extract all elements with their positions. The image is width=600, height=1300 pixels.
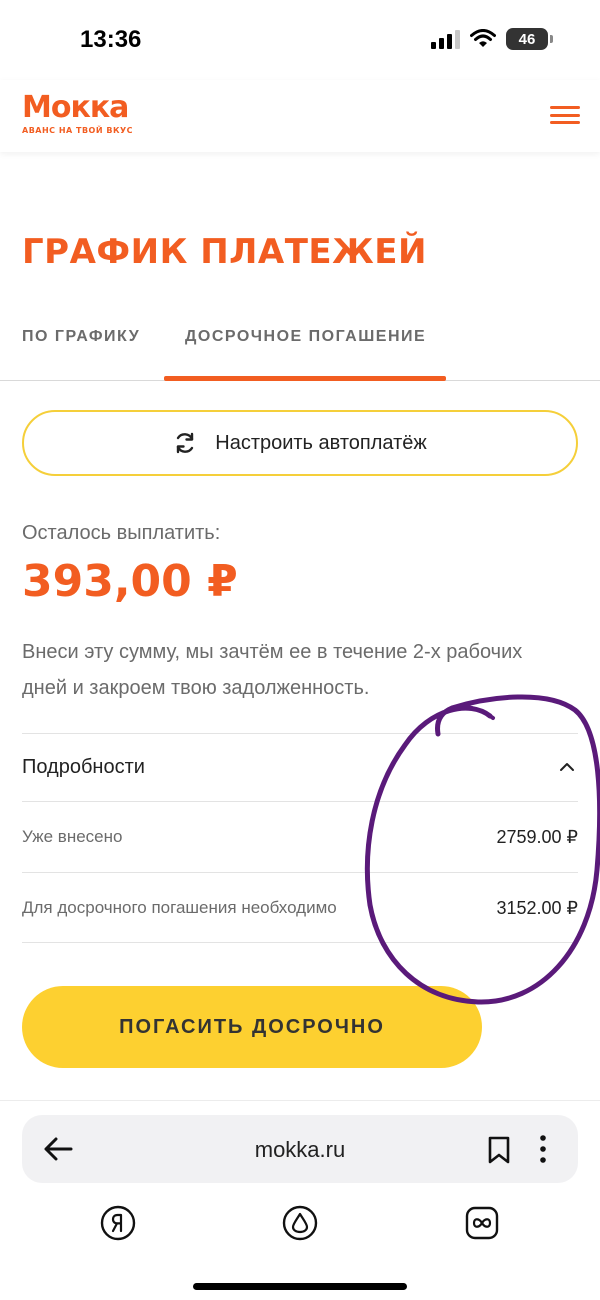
battery-icon: 46 [506,28,553,50]
detail-label: Для досрочного погашения необходимо [22,898,337,917]
detail-row-paid: Уже внесено 2759.00 ₽ [22,802,578,872]
hamburger-menu-icon[interactable] [550,104,580,126]
repayment-info-text: Внеси эту сумму, мы зачтём ее в течение … [22,641,523,699]
tabs: ПО ГРАФИКУ ДОСРОЧНОЕ ПОГАШЕНИЕ [0,322,600,382]
details-accordion-header[interactable]: Подробности [22,734,578,800]
chevron-up-icon [560,763,574,771]
setup-autopay-button[interactable]: Настроить автоплатёж [22,410,578,476]
tab-schedule[interactable]: ПО ГРАФИКУ [22,328,140,346]
status-bar: 13:36 46 [0,0,600,80]
detail-row-required: Для досрочного погашения необходимо 3152… [22,873,578,943]
yandex-icon[interactable] [100,1205,136,1241]
browser-toolbar: mokka.ru [0,1100,600,1300]
status-time: 13:36 [80,26,142,53]
infinity-tabs-icon[interactable] [464,1205,500,1241]
more-vertical-icon[interactable] [536,1133,550,1165]
address-bar[interactable]: mokka.ru [22,1115,578,1183]
cellular-signal-icon [431,29,460,49]
active-tab-indicator [164,376,446,381]
setup-autopay-label: Настроить автоплатёж [215,431,427,454]
logo-tagline: АВАНС НА ТВОЙ ВКУС [22,126,134,135]
tab-early-repayment[interactable]: ДОСРОЧНОЕ ПОГАШЕНИЕ [185,328,426,346]
home-indicator [193,1283,407,1290]
wifi-icon [470,29,496,47]
remaining-amount: 393,00 ₽ [22,556,238,607]
detail-label: Уже внесено [22,827,123,846]
mokka-logo[interactable]: Мокка АВАНС НА ТВОЙ ВКУС [22,90,134,136]
page-title: ГРАФИК ПЛАТЕЖЕЙ [22,232,427,272]
repay-early-button[interactable]: ПОГАСИТЬ ДОСРОЧНО [22,986,482,1068]
detail-value: 3152.00 ₽ [496,897,578,918]
detail-value: 2759.00 ₽ [496,826,578,847]
details-title: Подробности [22,755,145,778]
refresh-icon [177,432,194,454]
bookmark-icon[interactable] [486,1135,512,1165]
remaining-label: Осталось выплатить: [22,522,221,544]
status-icons: 46 [431,28,553,50]
logo-name: Мокка [22,90,129,125]
alice-assistant-icon[interactable] [282,1205,318,1241]
details-divider-bottom [22,942,578,943]
battery-level: 46 [518,30,536,48]
site-header: Мокка АВАНС НА ТВОЙ ВКУС [0,80,600,152]
repay-early-label: ПОГАСИТЬ ДОСРОЧНО [119,1015,385,1038]
